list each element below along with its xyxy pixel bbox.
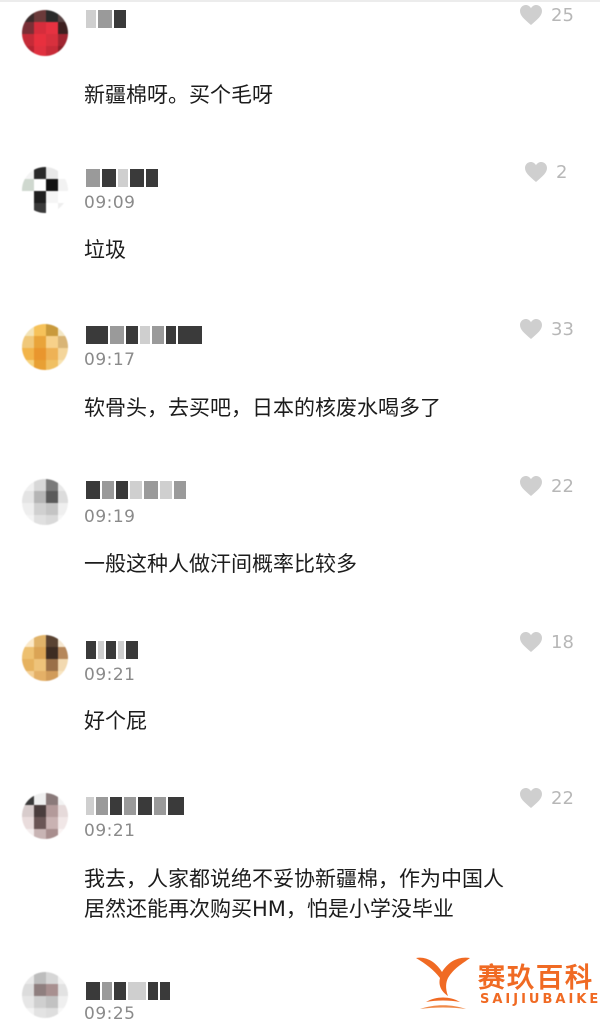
avatar[interactable]	[22, 972, 68, 1018]
like-count: 2	[556, 161, 568, 183]
comment-text: 一般这种人做汗间概率比较多	[84, 552, 357, 576]
like-button[interactable]: 33	[519, 318, 574, 340]
username[interactable]	[86, 167, 158, 189]
like-count: 33	[551, 318, 574, 340]
like-button[interactable]: 25	[519, 4, 574, 26]
like-button[interactable]: 22	[519, 475, 574, 497]
like-button[interactable]: 22	[519, 787, 574, 809]
comment-time: 09:25	[84, 1004, 136, 1024]
heart-icon	[519, 4, 543, 26]
avatar[interactable]	[22, 10, 68, 56]
comment-time: 09:21	[84, 665, 136, 685]
username[interactable]	[86, 8, 126, 30]
like-count: 22	[551, 787, 574, 809]
top-divider	[0, 0, 600, 2]
heart-icon	[519, 787, 543, 809]
comment-time: 09:19	[84, 507, 136, 527]
heart-icon	[524, 161, 548, 183]
watermark-title: 赛玖百科	[478, 963, 594, 994]
heart-icon	[519, 475, 543, 497]
username[interactable]	[86, 980, 170, 1002]
like-count: 18	[551, 631, 574, 653]
whale-tail-icon	[412, 952, 474, 1018]
avatar[interactable]	[22, 167, 68, 213]
username[interactable]	[86, 795, 184, 817]
watermark-subtitle: SAIJIUBAIKE	[480, 992, 600, 1007]
comment-text: 我去，人家都说绝不妥协新疆棉，作为中国人居然还能再次购买HM，怕是小学没毕业	[84, 867, 504, 921]
comment-text: 新疆棉呀。买个毛呀	[84, 83, 273, 107]
avatar[interactable]	[22, 324, 68, 370]
heart-icon	[519, 318, 543, 340]
heart-icon	[519, 631, 543, 653]
avatar[interactable]	[22, 479, 68, 525]
comment-time: 09:21	[84, 821, 136, 841]
comment-time: 09:09	[84, 193, 136, 213]
comment-time: 09:17	[84, 350, 136, 370]
watermark: 赛玖百科 SAIJIUBAIKE	[412, 950, 598, 1020]
comment-text: 垃圾	[84, 238, 126, 262]
like-count: 22	[551, 475, 574, 497]
avatar[interactable]	[22, 793, 68, 839]
username[interactable]	[86, 479, 186, 501]
avatar[interactable]	[22, 635, 68, 681]
comment-text: 好个屁	[84, 709, 147, 733]
like-button[interactable]: 2	[524, 161, 567, 183]
like-button[interactable]: 18	[519, 631, 574, 653]
like-count: 25	[551, 4, 574, 26]
username[interactable]	[86, 639, 138, 661]
comment-text: 软骨头，去买吧，日本的核废水喝多了	[84, 396, 441, 420]
username[interactable]	[86, 324, 202, 346]
